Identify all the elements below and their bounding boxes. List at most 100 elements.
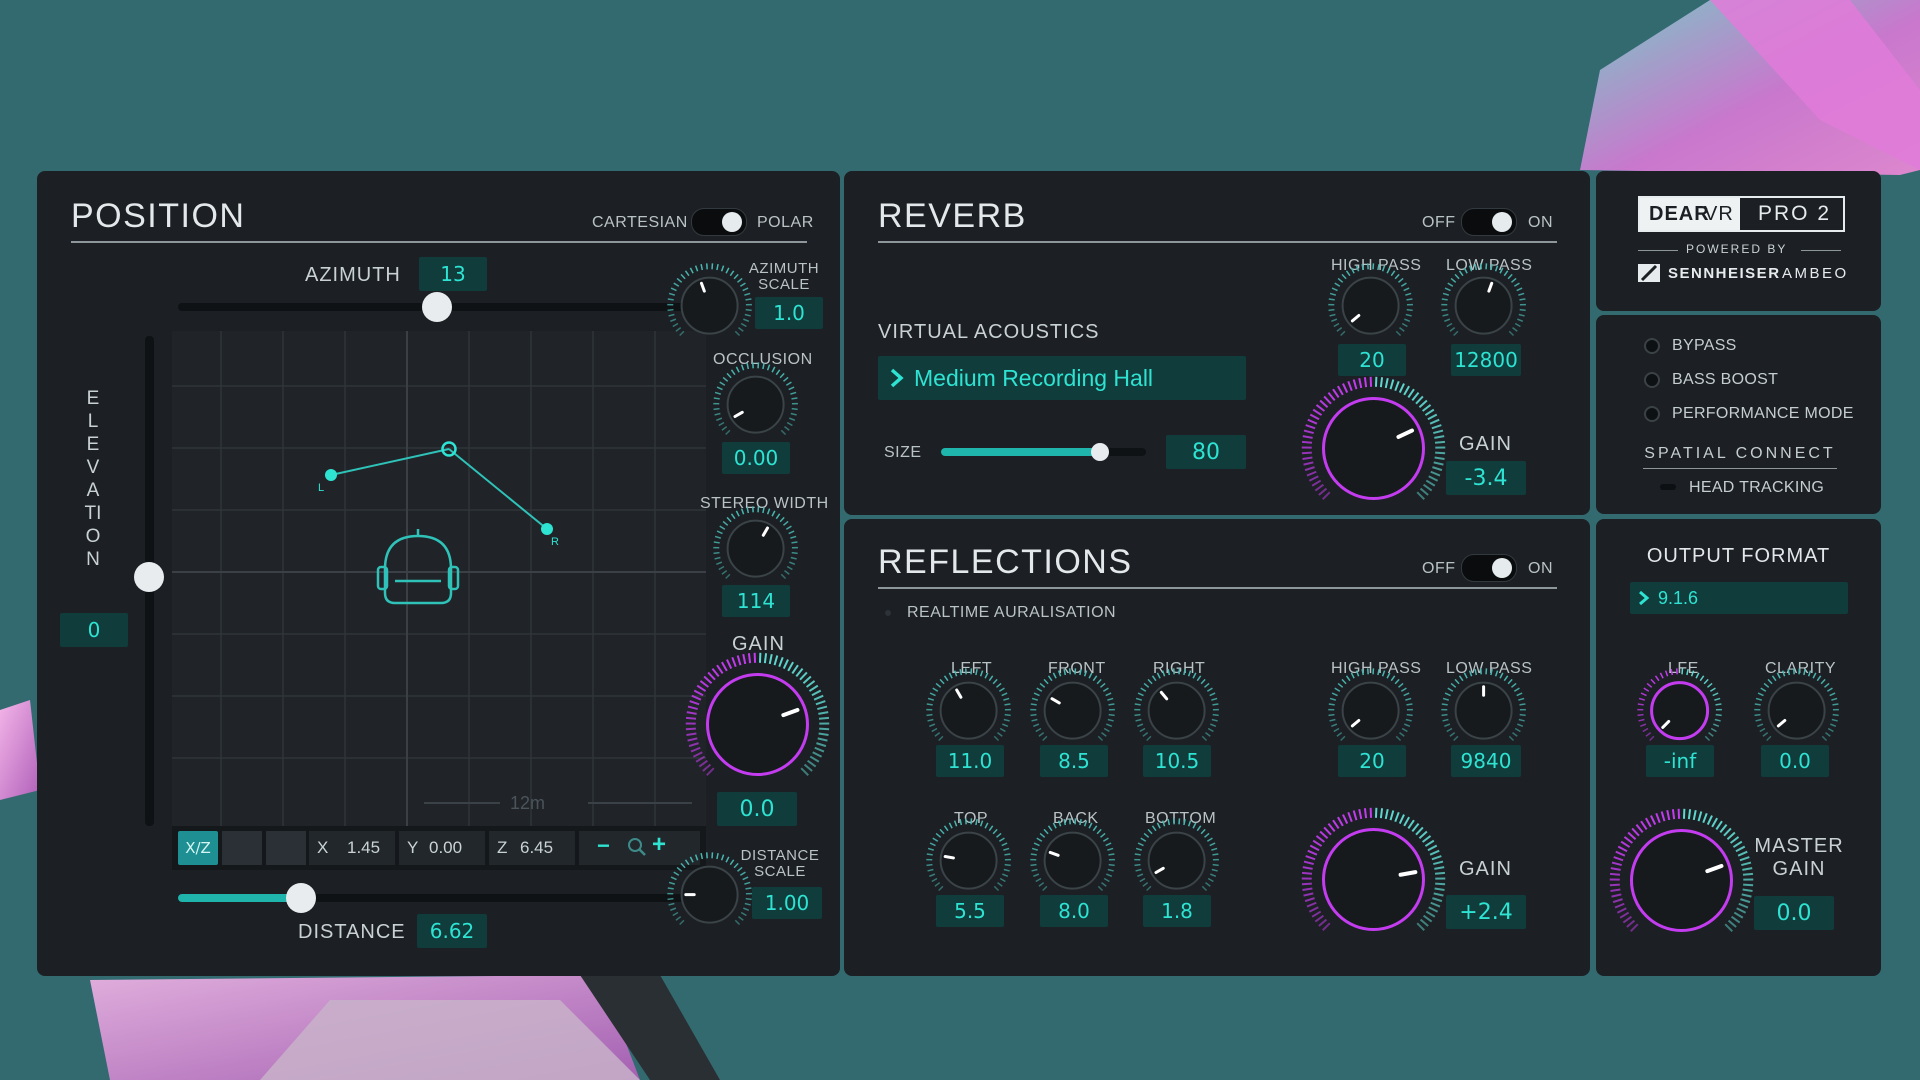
bypass-radio[interactable] xyxy=(1644,338,1660,354)
size-slider-handle[interactable] xyxy=(1091,443,1109,461)
x-label: X xyxy=(317,838,329,857)
cartesian-label: CARTESIAN xyxy=(592,214,688,231)
performance-mode-radio[interactable] xyxy=(1644,406,1660,422)
bottom-reflection-knob[interactable] xyxy=(1128,812,1225,909)
elevation-slider-handle[interactable] xyxy=(134,562,164,592)
bass-boost-label: BASS BOOST xyxy=(1672,371,1779,388)
distance-scale-knob[interactable] xyxy=(661,846,758,943)
output-format-selector[interactable]: 9.1.6 xyxy=(1630,582,1848,614)
master-gain-value[interactable]: 0.0 xyxy=(1754,896,1834,930)
logo-dear: DEAR xyxy=(1649,203,1710,225)
distance-scale-value[interactable]: 1.00 xyxy=(752,887,822,919)
master-gain-knob[interactable] xyxy=(1601,800,1762,961)
reflections-title-rule xyxy=(878,587,1557,589)
coordinate-toolbar: X/Z X 1.45 Y 0.00 Z 6.45 − + xyxy=(172,826,706,870)
left-reflection-knob[interactable] xyxy=(920,662,1017,759)
zoom-magnifier-icon xyxy=(628,838,646,856)
x-value: 1.45 xyxy=(347,838,381,857)
output-format-value: 9.1.6 xyxy=(1658,588,1699,608)
z-label: Z xyxy=(497,838,508,857)
reflections-high-pass-knob[interactable] xyxy=(1322,662,1419,759)
chevron-right-icon xyxy=(1639,590,1650,606)
reverb-gain-value[interactable]: -3.4 xyxy=(1446,461,1526,495)
output-format-title: OUTPUT FORMAT xyxy=(1646,545,1831,567)
clarity-knob[interactable] xyxy=(1748,662,1845,759)
powered-by-label: POWERED BY xyxy=(1686,242,1788,256)
top-reflection-knob[interactable] xyxy=(920,812,1017,909)
occlusion-knob[interactable] xyxy=(707,356,804,453)
position-gain-knob[interactable] xyxy=(677,644,838,805)
reverb-toggle[interactable] xyxy=(1461,208,1517,236)
right-reflection-knob[interactable] xyxy=(1128,662,1225,759)
virtual-acoustics-label: VIRTUAL ACOUSTICS xyxy=(878,321,1100,343)
chevron-right-icon xyxy=(890,368,904,388)
reflections-gain-knob[interactable] xyxy=(1293,799,1454,960)
coordinate-mode-toggle[interactable] xyxy=(691,208,747,236)
view-xz-button[interactable]: X/Z xyxy=(178,831,218,865)
logo-vr: VR xyxy=(1704,203,1734,225)
size-label: SIZE xyxy=(884,444,922,461)
reflections-off-label: OFF xyxy=(1422,560,1456,577)
azimuth-label: AZIMUTH xyxy=(305,264,401,286)
position-title-rule xyxy=(71,241,807,243)
view-xy-button[interactable] xyxy=(222,831,262,865)
azimuth-slider-handle[interactable] xyxy=(422,292,452,322)
azimuth-value[interactable]: 13 xyxy=(419,257,487,291)
bypass-label: BYPASS xyxy=(1672,337,1737,354)
logo-pro: PRO 2 xyxy=(1758,202,1832,225)
front-reflection-knob[interactable] xyxy=(1024,662,1121,759)
lfe-knob[interactable] xyxy=(1631,662,1728,759)
polar-label: POLAR xyxy=(757,214,814,231)
view-yz-button[interactable] xyxy=(266,831,306,865)
reverb-title-rule xyxy=(878,241,1557,243)
realtime-auralisation-indicator[interactable] xyxy=(885,610,891,616)
listener-head-icon xyxy=(376,529,460,605)
sennheiser-logo-icon xyxy=(1638,264,1660,282)
distance-slider-handle[interactable] xyxy=(286,883,316,913)
reverb-high-pass-knob[interactable] xyxy=(1322,257,1419,354)
preset-selector[interactable]: Medium Recording Hall xyxy=(878,356,1246,400)
reflections-title: REFLECTIONS xyxy=(878,543,1133,581)
position-title: POSITION xyxy=(71,197,246,235)
y-label: Y xyxy=(407,838,419,857)
position-grid[interactable]: L R 12m xyxy=(172,331,706,826)
left-marker: L xyxy=(318,482,325,494)
grid-scale-label: 12m xyxy=(510,793,546,813)
azimuth-scale-value[interactable]: 1.0 xyxy=(755,297,823,329)
preset-name: Medium Recording Hall xyxy=(914,365,1154,391)
reflections-gain-label: GAIN xyxy=(1459,858,1512,880)
right-marker: R xyxy=(551,536,559,548)
realtime-auralisation-label: REALTIME AURALISATION xyxy=(907,604,1117,621)
z-value: 6.45 xyxy=(520,838,554,857)
ambeo-label: AMBEO xyxy=(1782,265,1849,282)
y-value: 0.00 xyxy=(429,838,463,857)
options-panel: BYPASS BASS BOOST PERFORMANCE MODE SPATI… xyxy=(1596,315,1881,514)
grid-canvas xyxy=(172,331,706,826)
distance-value[interactable]: 6.62 xyxy=(417,914,487,948)
bass-boost-radio[interactable] xyxy=(1644,372,1660,388)
brand-panel: DEAR VR PRO 2 POWERED BY SENNHEISER AMBE… xyxy=(1596,171,1881,311)
left-channel-point[interactable] xyxy=(325,469,337,481)
elevation-value[interactable]: 0 xyxy=(60,613,128,647)
master-gain-label: MASTER GAIN xyxy=(1754,835,1844,880)
zoom-out-button[interactable]: − xyxy=(597,833,610,859)
head-tracking-toggle[interactable] xyxy=(1660,484,1676,490)
spatial-connect-label: SPATIAL CONNECT xyxy=(1644,445,1836,462)
distance-label: DISTANCE xyxy=(298,921,406,943)
reverb-on-label: ON xyxy=(1528,214,1553,231)
size-slider-fill xyxy=(941,448,1106,456)
azimuth-scale-knob[interactable] xyxy=(661,257,758,354)
stereo-width-knob[interactable] xyxy=(707,500,804,597)
back-reflection-knob[interactable] xyxy=(1024,812,1121,909)
reverb-off-label: OFF xyxy=(1422,214,1456,231)
reverb-gain-knob[interactable] xyxy=(1293,368,1454,529)
head-tracking-label: HEAD TRACKING xyxy=(1689,479,1825,496)
reverb-title: REVERB xyxy=(878,197,1027,235)
right-channel-point[interactable] xyxy=(541,523,553,535)
reflections-gain-value[interactable]: +2.4 xyxy=(1446,895,1526,929)
reflections-toggle[interactable] xyxy=(1461,554,1517,582)
reverb-low-pass-knob[interactable] xyxy=(1435,257,1532,354)
reflections-low-pass-knob[interactable] xyxy=(1435,662,1532,759)
size-value[interactable]: 80 xyxy=(1166,435,1246,469)
powered-by-rule-left xyxy=(1638,250,1678,251)
